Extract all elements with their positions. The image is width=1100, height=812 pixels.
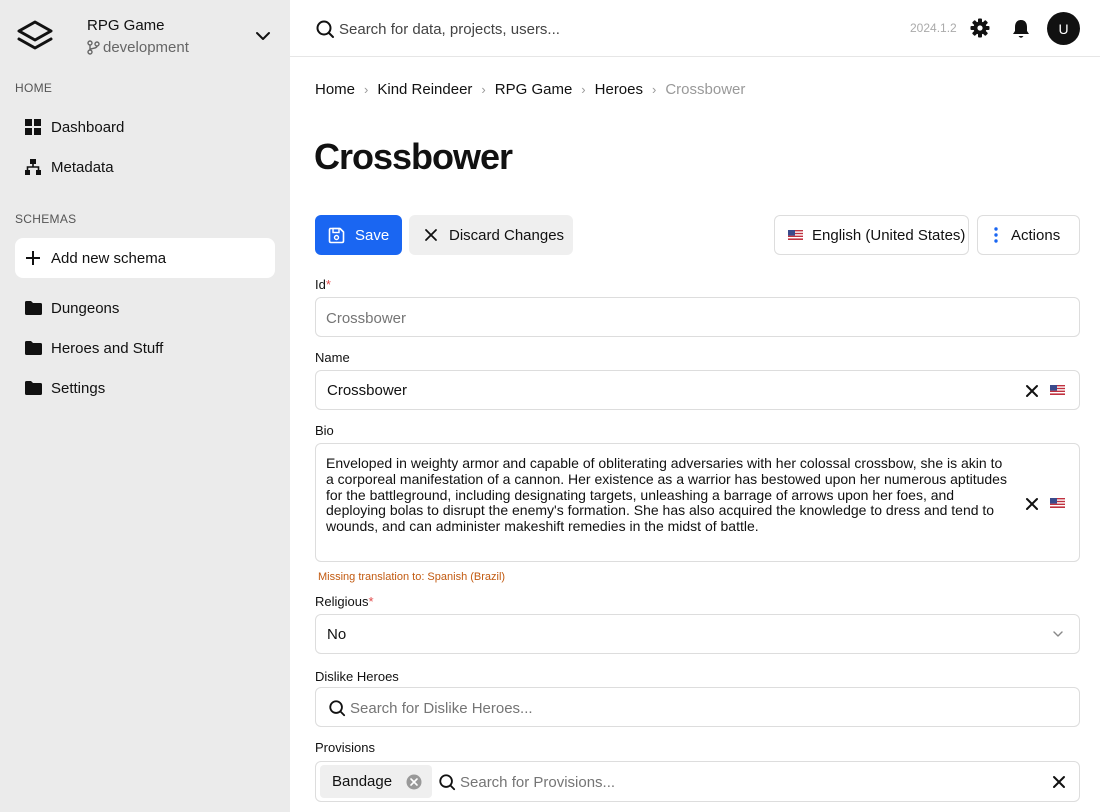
branch-name: development: [103, 39, 189, 56]
breadcrumb-organization[interactable]: Kind Reindeer: [377, 81, 472, 98]
required-mark: *: [368, 594, 374, 609]
page-title: Crossbower: [314, 136, 513, 177]
breadcrumb-separator-icon: ›: [581, 82, 586, 97]
folder-icon: [15, 341, 51, 355]
branch-indicator: development: [87, 39, 189, 56]
actions-label: Actions: [1011, 226, 1061, 244]
remove-tag-icon[interactable]: [406, 774, 422, 790]
clear-icon[interactable]: [1025, 384, 1039, 398]
provision-tag: Bandage: [320, 765, 432, 798]
sidebar-item-dashboard[interactable]: Dashboard: [15, 107, 275, 147]
layers-logo-icon: [17, 20, 53, 50]
missing-translation-warning: Missing translation to: Spanish (Brazil): [318, 571, 506, 583]
folder-icon: [15, 301, 51, 315]
discard-button-label: Discard Changes: [449, 226, 565, 244]
hierarchy-icon: [15, 159, 51, 175]
floppy-disk-icon: [328, 227, 345, 243]
religious-label-text: Religious: [315, 594, 369, 609]
bio-textarea[interactable]: Enveloped in weighty armor and capable o…: [326, 455, 1011, 535]
breadcrumb: Home › Kind Reindeer › RPG Game › Heroes…: [315, 81, 745, 98]
provisions-search-input[interactable]: [460, 772, 1020, 792]
save-button[interactable]: Save: [315, 215, 402, 255]
breadcrumb-separator-icon: ›: [652, 82, 657, 97]
git-branch-icon: [87, 40, 100, 55]
sidebar: RPG Game development HOME Dashboard Meta…: [0, 0, 290, 812]
religious-select[interactable]: No: [315, 614, 1080, 654]
sidebar-item-label: Metadata: [51, 158, 114, 176]
search-icon: [316, 20, 334, 38]
add-schema-button[interactable]: Add new schema: [15, 238, 275, 278]
search-icon: [439, 774, 456, 791]
id-field: [315, 297, 1080, 337]
sidebar-item-heroes-and-stuff[interactable]: Heroes and Stuff: [15, 328, 275, 368]
provisions-field: Bandage: [315, 761, 1080, 802]
plus-icon: [15, 251, 51, 265]
sidebar-item-label: Dungeons: [51, 299, 120, 317]
religious-field-label: Religious*: [315, 594, 374, 609]
version-label: 2024.1.2: [910, 21, 957, 35]
sidebar-item-label: Dashboard: [51, 118, 125, 136]
breadcrumb-separator-icon: ›: [364, 82, 369, 97]
name-field: Crossbower: [315, 370, 1080, 410]
sidebar-item-settings[interactable]: Settings: [15, 368, 275, 408]
dislike-heroes-search-input[interactable]: [350, 698, 1050, 718]
home-section-label: HOME: [15, 81, 53, 95]
sidebar-item-label: Heroes and Stuff: [51, 339, 164, 357]
provision-tag-label: Bandage: [332, 773, 393, 790]
breadcrumb-home[interactable]: Home: [315, 81, 355, 98]
add-schema-label: Add new schema: [51, 249, 167, 267]
language-label: English (United States): [812, 226, 966, 244]
clear-icon[interactable]: [1025, 497, 1039, 511]
discard-changes-button[interactable]: Discard Changes: [409, 215, 573, 255]
breadcrumb-project[interactable]: RPG Game: [495, 81, 573, 98]
us-flag-icon: [1050, 498, 1065, 508]
language-selector[interactable]: English (United States): [774, 215, 969, 255]
user-avatar[interactable]: U: [1047, 12, 1080, 45]
breadcrumb-separator-icon: ›: [481, 82, 486, 97]
sidebar-item-dungeons[interactable]: Dungeons: [15, 288, 275, 328]
project-name: RPG Game: [87, 17, 165, 34]
us-flag-icon: [788, 230, 803, 240]
sidebar-item-label: Settings: [51, 379, 106, 397]
gear-icon[interactable]: [970, 18, 990, 38]
required-mark: *: [325, 277, 331, 292]
project-switcher[interactable]: RPG Game development: [0, 0, 290, 70]
breadcrumb-current: Crossbower: [665, 81, 746, 98]
sidebar-item-metadata[interactable]: Metadata: [15, 147, 275, 187]
id-label-text: Id: [315, 277, 326, 292]
bio-field: Enveloped in weighty armor and capable o…: [315, 443, 1080, 562]
kebab-menu-icon: [994, 227, 998, 243]
id-input[interactable]: [326, 308, 1066, 328]
name-input[interactable]: Crossbower: [327, 382, 407, 399]
global-search-input[interactable]: [339, 17, 719, 41]
dislike-heroes-field-label: Dislike Heroes: [315, 669, 399, 684]
clear-icon[interactable]: [1052, 775, 1066, 789]
us-flag-icon: [1050, 385, 1065, 395]
bio-field-label: Bio: [315, 423, 334, 438]
chevron-down-icon: [1053, 631, 1063, 637]
id-field-label: Id*: [315, 277, 331, 292]
folder-icon: [15, 381, 51, 395]
save-button-label: Save: [355, 226, 390, 244]
breadcrumb-schema[interactable]: Heroes: [595, 81, 643, 98]
religious-value: No: [327, 626, 347, 643]
bell-icon[interactable]: [1011, 18, 1031, 40]
top-bar: 2024.1.2 U: [290, 0, 1100, 57]
schemas-section-label: SCHEMAS: [15, 212, 77, 226]
search-icon: [329, 700, 346, 717]
provisions-field-label: Provisions: [315, 740, 375, 755]
chevron-down-icon[interactable]: [252, 27, 274, 45]
name-field-label: Name: [315, 350, 350, 365]
close-icon: [425, 229, 437, 241]
dislike-heroes-field: [315, 687, 1080, 727]
grid-icon: [15, 119, 51, 135]
actions-menu-button[interactable]: Actions: [977, 215, 1080, 255]
